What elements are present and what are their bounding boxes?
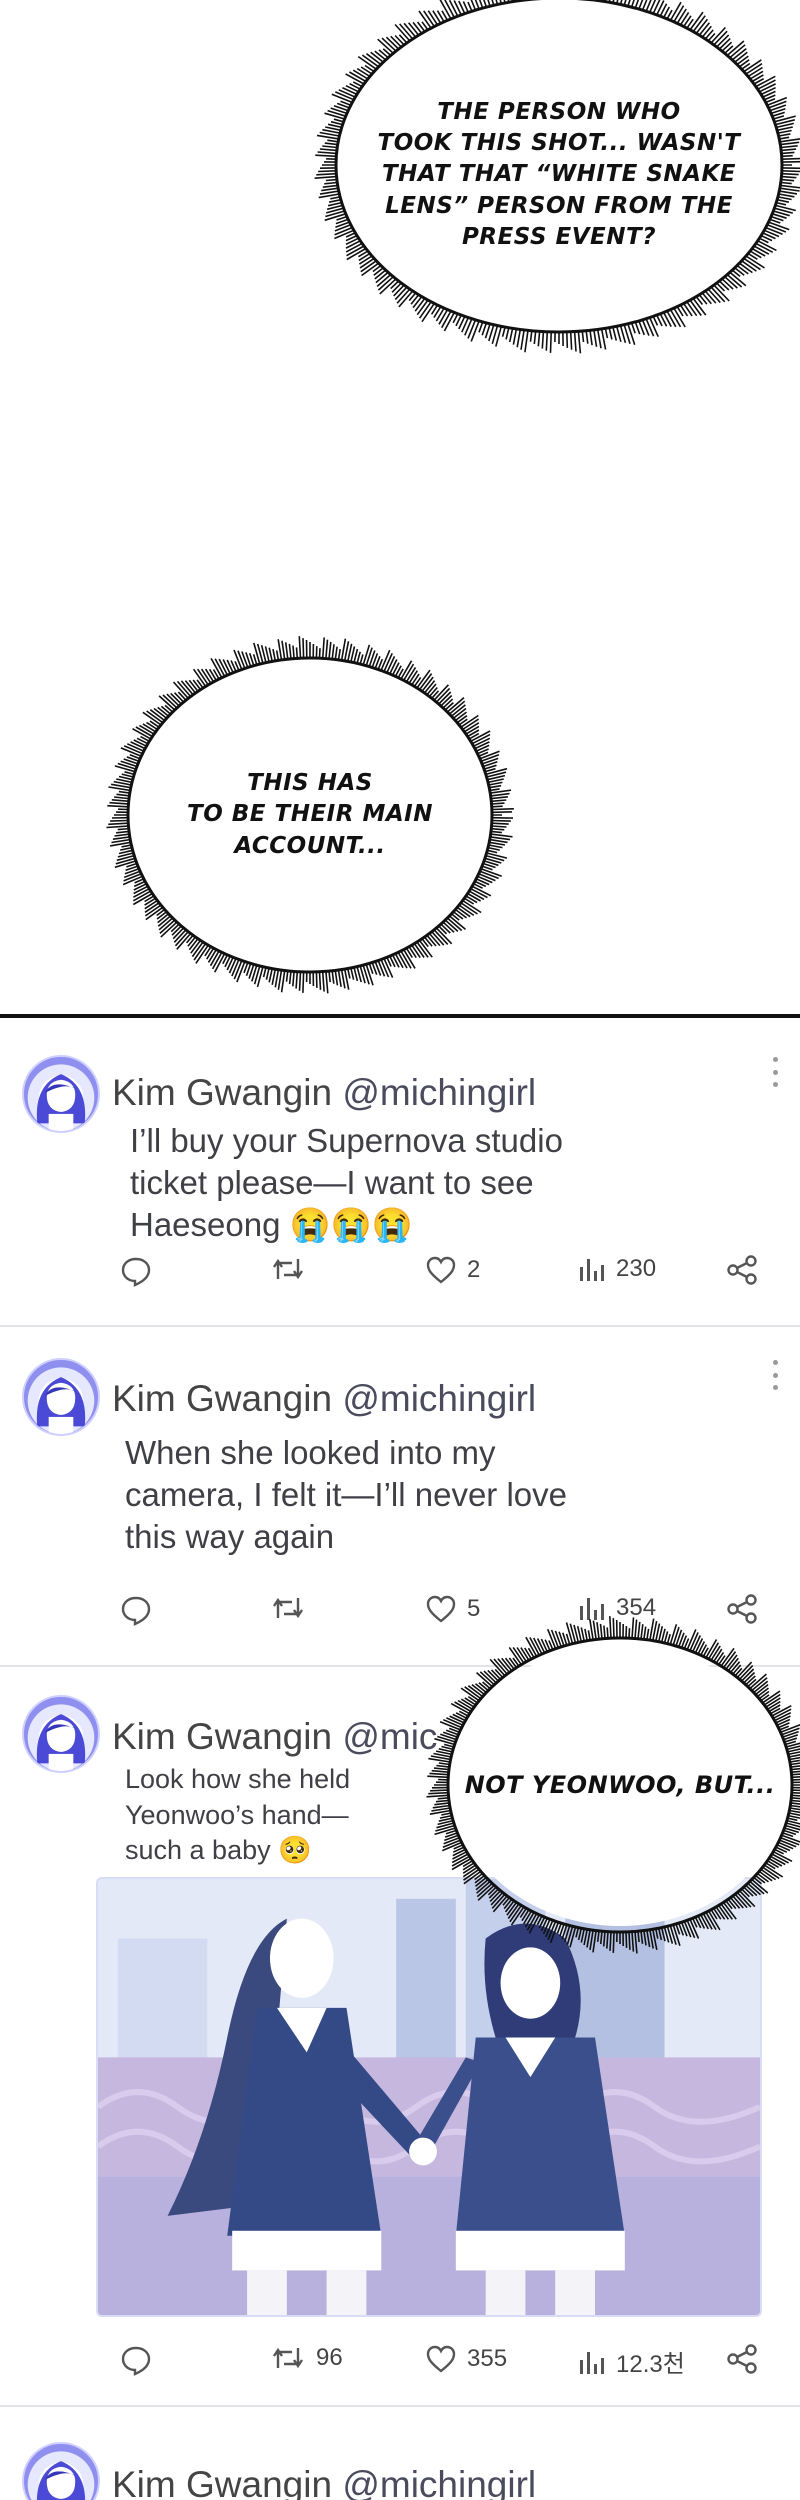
post-text: Look how she held Yeonwoo’s hand— such a… (125, 1762, 350, 1869)
bubble-1-line: THAT THAT “WHITE SNAKE (381, 161, 736, 188)
bubble-1-line: LENS” PERSON FROM THE (385, 192, 733, 219)
heart-icon (426, 1256, 456, 1284)
bubble-3-text: NOT YEONWOO, BUT... (465, 1769, 776, 1801)
bubble-1-text: THE PERSON WHO TOOK THIS SHOT... WASN'T … (378, 97, 741, 252)
bubble-1-line: PRESS EVENT? (461, 223, 657, 250)
like-button[interactable]: 2 (425, 1255, 480, 1285)
post-text-line: camera, I felt it—I’ll never love (125, 1476, 567, 1514)
like-count: 5 (467, 1595, 481, 1622)
views-count: 354 (616, 1594, 657, 1621)
views-button[interactable]: 230 (578, 1255, 656, 1283)
like-button[interactable]: 355 (425, 2344, 507, 2374)
share-icon (727, 2344, 757, 2374)
bubble-1-line: THE PERSON WHO (437, 99, 681, 126)
bar-chart-icon (580, 1598, 604, 1620)
avatar-icon[interactable] (22, 1695, 100, 1773)
share-button[interactable] (726, 1255, 758, 1285)
author-name[interactable]: Kim Gwangin (112, 1378, 332, 1419)
avatar-illustration (36, 1377, 86, 1434)
repost-arrows-icon (273, 2347, 303, 2369)
speech-bubble-icon (121, 2346, 151, 2376)
avatar-illustration (36, 2461, 86, 2500)
post-text-line: Look how she held (125, 1764, 351, 1794)
avatar-illustration (36, 1074, 86, 1131)
post-author[interactable]: Kim Gwangin @michingirl (112, 1072, 536, 1114)
repost-arrows-icon (273, 1258, 303, 1280)
bar-chart-icon (580, 1259, 604, 1281)
repost-arrows-icon (273, 1597, 303, 1619)
like-count: 355 (467, 2345, 508, 2372)
author-name[interactable]: Kim Gwangin (112, 1072, 332, 1113)
post-divider (0, 1325, 800, 1327)
share-icon (727, 1255, 757, 1285)
reply-button[interactable] (120, 2344, 152, 2376)
repost-button[interactable] (270, 1255, 306, 1283)
post-text: I’ll buy your Supernova studio ticket pl… (130, 1120, 563, 1247)
post-text-line: this way again (125, 1518, 335, 1556)
post-author[interactable]: Kim Gwangin @mic (112, 1716, 437, 1758)
bubble-2-line: ACCOUNT... (234, 832, 386, 859)
avatar-icon[interactable] (22, 1358, 100, 1436)
speech-bubble-3: NOT YEONWOO, BUT... (426, 1616, 800, 1954)
speech-bubble-1: THE PERSON WHO TOOK THIS SHOT... WASN'T … (314, 0, 800, 354)
post-author[interactable]: Kim Gwangin @michingirl (112, 1378, 536, 1420)
post-text-line: ticket please—I want to see (130, 1164, 534, 1202)
post-text-line: I’ll buy your Supernova studio (130, 1122, 563, 1159)
speech-bubble-2: THIS HAS TO BE THEIR MAIN ACCOUNT... (106, 636, 514, 994)
views-button[interactable]: 354 (578, 1594, 656, 1622)
repost-button[interactable]: 96 (270, 2344, 343, 2372)
author-handle[interactable]: @michingirl (342, 1378, 536, 1419)
post-text: When she looked into my camera, I felt i… (125, 1432, 567, 1559)
bubble-2-line: THIS HAS (247, 770, 373, 797)
more-dots-icon[interactable] (770, 1360, 780, 1390)
reply-button[interactable] (120, 1594, 152, 1626)
views-button[interactable]: 12.3천 (578, 2344, 685, 2379)
views-count: 12.3천 (616, 2351, 685, 2378)
post-actions: 2 230 (0, 1255, 800, 1295)
author-handle[interactable]: @michingirl (342, 1072, 536, 1113)
heart-icon (426, 2345, 456, 2373)
author-name[interactable]: Kim Gwangin (112, 1716, 332, 1757)
speech-bubble-icon (121, 1257, 151, 1287)
repost-button[interactable] (270, 1594, 306, 1622)
post-text-line: When she looked into my (125, 1434, 496, 1471)
repost-count: 96 (316, 2344, 343, 2371)
post-author[interactable]: Kim Gwangin @michingirl (112, 2464, 536, 2500)
post-text-line: Haeseong 😭😭😭 (130, 1206, 413, 1244)
post-actions: 96 355 12.3천 (0, 2344, 800, 2384)
comic-panel: THE PERSON WHO TOOK THIS SHOT... WASN'T … (0, 0, 800, 1018)
post-text-line: Yeonwoo’s hand— (125, 1799, 349, 1830)
author-handle[interactable]: @mic (342, 1716, 437, 1757)
author-handle[interactable]: @michingirl (342, 2464, 536, 2500)
like-count: 2 (467, 1256, 481, 1283)
author-name[interactable]: Kim Gwangin (112, 2464, 332, 2500)
views-count: 230 (616, 1255, 657, 1282)
avatar-illustration (36, 1714, 86, 1771)
bubble-2-line: TO BE THEIR MAIN (187, 801, 433, 828)
share-button[interactable] (726, 2344, 758, 2374)
post-divider (0, 2405, 800, 2407)
avatar-icon[interactable] (22, 1055, 100, 1133)
bubble-3-line: NOT YEONWOO, BUT... (464, 1770, 776, 1799)
bubble-2-text: THIS HAS TO BE THEIR MAIN ACCOUNT... (187, 768, 433, 861)
speech-bubble-icon (121, 1596, 151, 1626)
avatar-icon[interactable] (22, 2442, 100, 2500)
post-text-line: such a baby 🥺 (125, 1835, 312, 1866)
bar-chart-icon (580, 2351, 604, 2374)
more-dots-icon[interactable] (770, 1057, 780, 1087)
bubble-1-line: TOOK THIS SHOT... WASN'T (377, 130, 741, 157)
reply-button[interactable] (120, 1255, 152, 1287)
